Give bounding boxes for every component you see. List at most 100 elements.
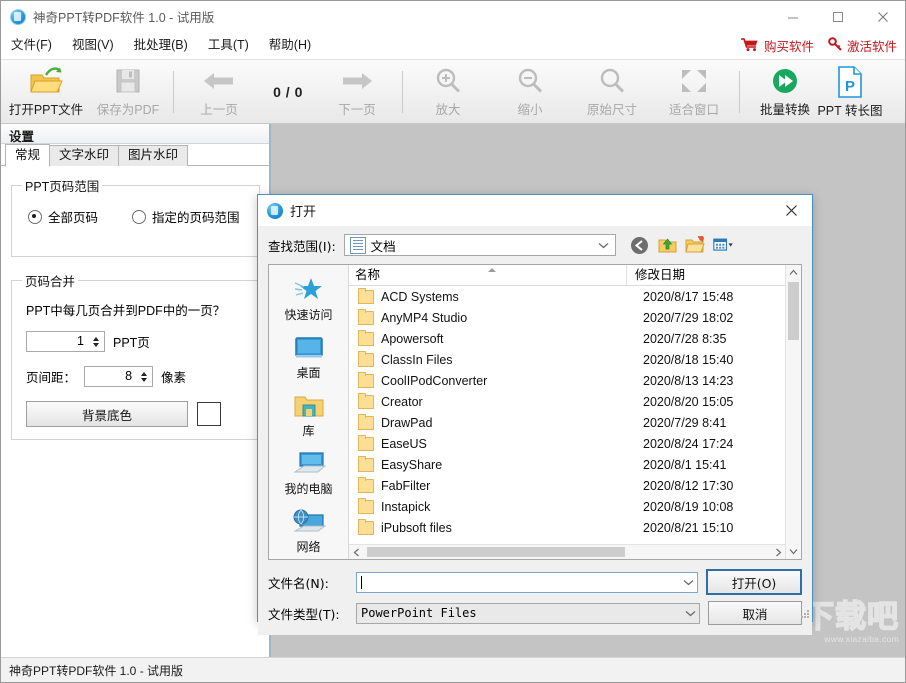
dialog-resize-grip[interactable] [798,607,810,619]
table-row[interactable]: Instapick 2020/8/19 10:08 [349,496,785,517]
views-icon[interactable] [712,235,734,256]
file-date: 2020/7/29 18:02 [643,310,734,325]
chevron-down-icon[interactable] [595,242,613,249]
tab-general[interactable]: 常规 [5,144,51,167]
prev-page-button[interactable]: 上一页 [178,62,260,122]
file-date: 2020/8/1 15:41 [643,457,727,472]
actual-size-button[interactable]: 原始尺寸 [571,62,653,122]
table-row[interactable]: EaseUS 2020/8/24 17:24 [349,433,785,454]
ppt-to-long-image-button[interactable]: P PPT 转长图 [809,62,891,122]
place-my-computer-label: 我的电脑 [284,482,333,496]
prev-page-label: 上一页 [200,103,238,117]
settings-header: 设置 [1,124,270,144]
fast-forward-icon [771,65,799,97]
horizontal-scrollbar[interactable] [349,544,785,559]
menu-view[interactable]: 视图(V) [62,32,124,59]
look-in-combo[interactable]: 文档 [343,234,616,256]
radio-all-pages[interactable]: 全部页码 [28,207,98,226]
menu-bar: 文件(F) 视图(V) 批处理(B) 工具(T) 帮助(H) 购买软件 激活软件 [1,32,905,60]
bg-color-swatch[interactable] [197,402,221,426]
key-icon [828,36,843,55]
file-date: 2020/8/21 15:10 [643,520,734,535]
column-header-name[interactable]: 名称 [349,265,627,285]
scroll-left-icon[interactable] [349,548,363,557]
table-row[interactable]: FabFilter 2020/8/12 17:30 [349,475,785,496]
bg-color-button[interactable]: 背景底色 [26,401,188,427]
place-network[interactable]: 网络 [269,501,348,559]
place-desktop[interactable]: 桌面 [269,327,348,385]
file-name: AnyMP4 Studio [381,310,468,325]
table-row[interactable]: iPubsoft files 2020/8/21 15:10 [349,517,785,538]
title-bar: 神奇PPT转PDF软件 1.0 - 试用版 [1,1,905,32]
computer-icon [292,447,326,477]
table-row[interactable]: CoolIPodConverter 2020/8/13 14:23 [349,370,785,391]
close-button[interactable] [860,1,905,32]
scroll-right-icon[interactable] [771,548,785,557]
table-row[interactable]: Apowersoft 2020/7/28 8:35 [349,328,785,349]
page-gap-stepper[interactable]: 8 [84,366,154,387]
tab-image-watermark[interactable]: 图片水印 [118,145,189,166]
place-library[interactable]: 库 [269,385,348,443]
chevron-down-icon[interactable] [679,579,697,586]
page-gap-arrows[interactable] [137,367,152,386]
vertical-scrollbar[interactable] [785,265,801,559]
up-folder-icon[interactable] [657,235,678,256]
page-gap-value: 8 [125,369,133,383]
documents-folder-icon [349,236,366,254]
filetype-combo[interactable]: PowerPoint Files [356,602,700,624]
zoom-out-label: 缩小 [517,103,543,117]
chevron-down-icon[interactable] [681,610,699,617]
place-my-computer[interactable]: 我的电脑 [269,443,348,501]
menu-file[interactable]: 文件(F) [1,32,62,59]
place-quick-access-label: 快速访问 [284,308,333,322]
place-quick-access[interactable]: 快速访问 [269,269,348,327]
column-header-date[interactable]: 修改日期 [627,265,785,285]
menu-help[interactable]: 帮助(H) [259,32,321,59]
scroll-up-icon[interactable] [786,265,801,280]
batch-convert-label: 批量转换 [759,103,810,117]
buy-software-button[interactable]: 购买软件 [740,36,814,55]
table-row[interactable]: ACD Systems 2020/8/17 15:48 [349,286,785,307]
activate-software-button[interactable]: 激活软件 [828,36,897,55]
save-pdf-button[interactable]: 保存为PDF [87,62,169,122]
next-page-button[interactable]: 下一页 [316,62,398,122]
zoom-in-button[interactable]: 放大 [407,62,489,122]
file-rows[interactable]: ACD Systems 2020/8/17 15:48 AnyMP4 Studi… [349,286,785,544]
star-icon [294,273,324,303]
filename-input[interactable] [356,571,698,593]
maximize-button[interactable] [815,1,860,32]
toolbar-right-group: P PPT 转长图 [809,60,891,124]
table-row[interactable]: Creator 2020/8/20 15:05 [349,391,785,412]
menu-batch[interactable]: 批处理(B) [124,32,198,59]
table-row[interactable]: AnyMP4 Studio 2020/7/29 18:02 [349,307,785,328]
folder-icon [358,392,374,409]
hscroll-thumb[interactable] [367,547,625,557]
table-row[interactable]: EasyShare 2020/8/1 15:41 [349,454,785,475]
new-folder-icon[interactable] [685,235,706,256]
menu-tools[interactable]: 工具(T) [198,32,259,59]
folder-icon [358,287,374,304]
scroll-down-icon[interactable] [786,544,801,559]
fit-window-button[interactable]: 适合窗口 [653,62,735,122]
folder-icon [358,434,374,451]
table-row[interactable]: ClassIn Files 2020/8/18 15:40 [349,349,785,370]
cancel-button[interactable]: 取消 [708,601,802,625]
open-ppt-button[interactable]: 打开PPT文件 [5,62,87,122]
merge-pages-stepper[interactable]: 1 [26,331,105,352]
file-name: EaseUS [381,436,427,451]
merge-pages-row: 1 PPT页 [26,331,249,352]
merge-pages-arrows[interactable] [89,332,104,351]
radio-specified-pages[interactable]: 指定的页码范围 [132,207,240,226]
dialog-close-button[interactable] [770,195,812,226]
back-icon[interactable] [629,235,650,256]
file-browser: 快速访问 桌面 库 我的电脑 网络 名称 修改日期 ACD Systems 20… [268,264,802,560]
open-button[interactable]: 打开(O) [706,569,802,595]
tab-text-watermark[interactable]: 文字水印 [49,145,120,166]
zoom-in-label: 放大 [435,103,461,117]
file-list-area: 名称 修改日期 ACD Systems 2020/8/17 15:48 AnyM… [349,265,785,559]
zoom-out-button[interactable]: 缩小 [489,62,571,122]
vscroll-thumb[interactable] [788,282,799,340]
hscroll-track[interactable] [363,545,771,559]
minimize-button[interactable] [770,1,815,32]
table-row[interactable]: DrawPad 2020/7/29 8:41 [349,412,785,433]
